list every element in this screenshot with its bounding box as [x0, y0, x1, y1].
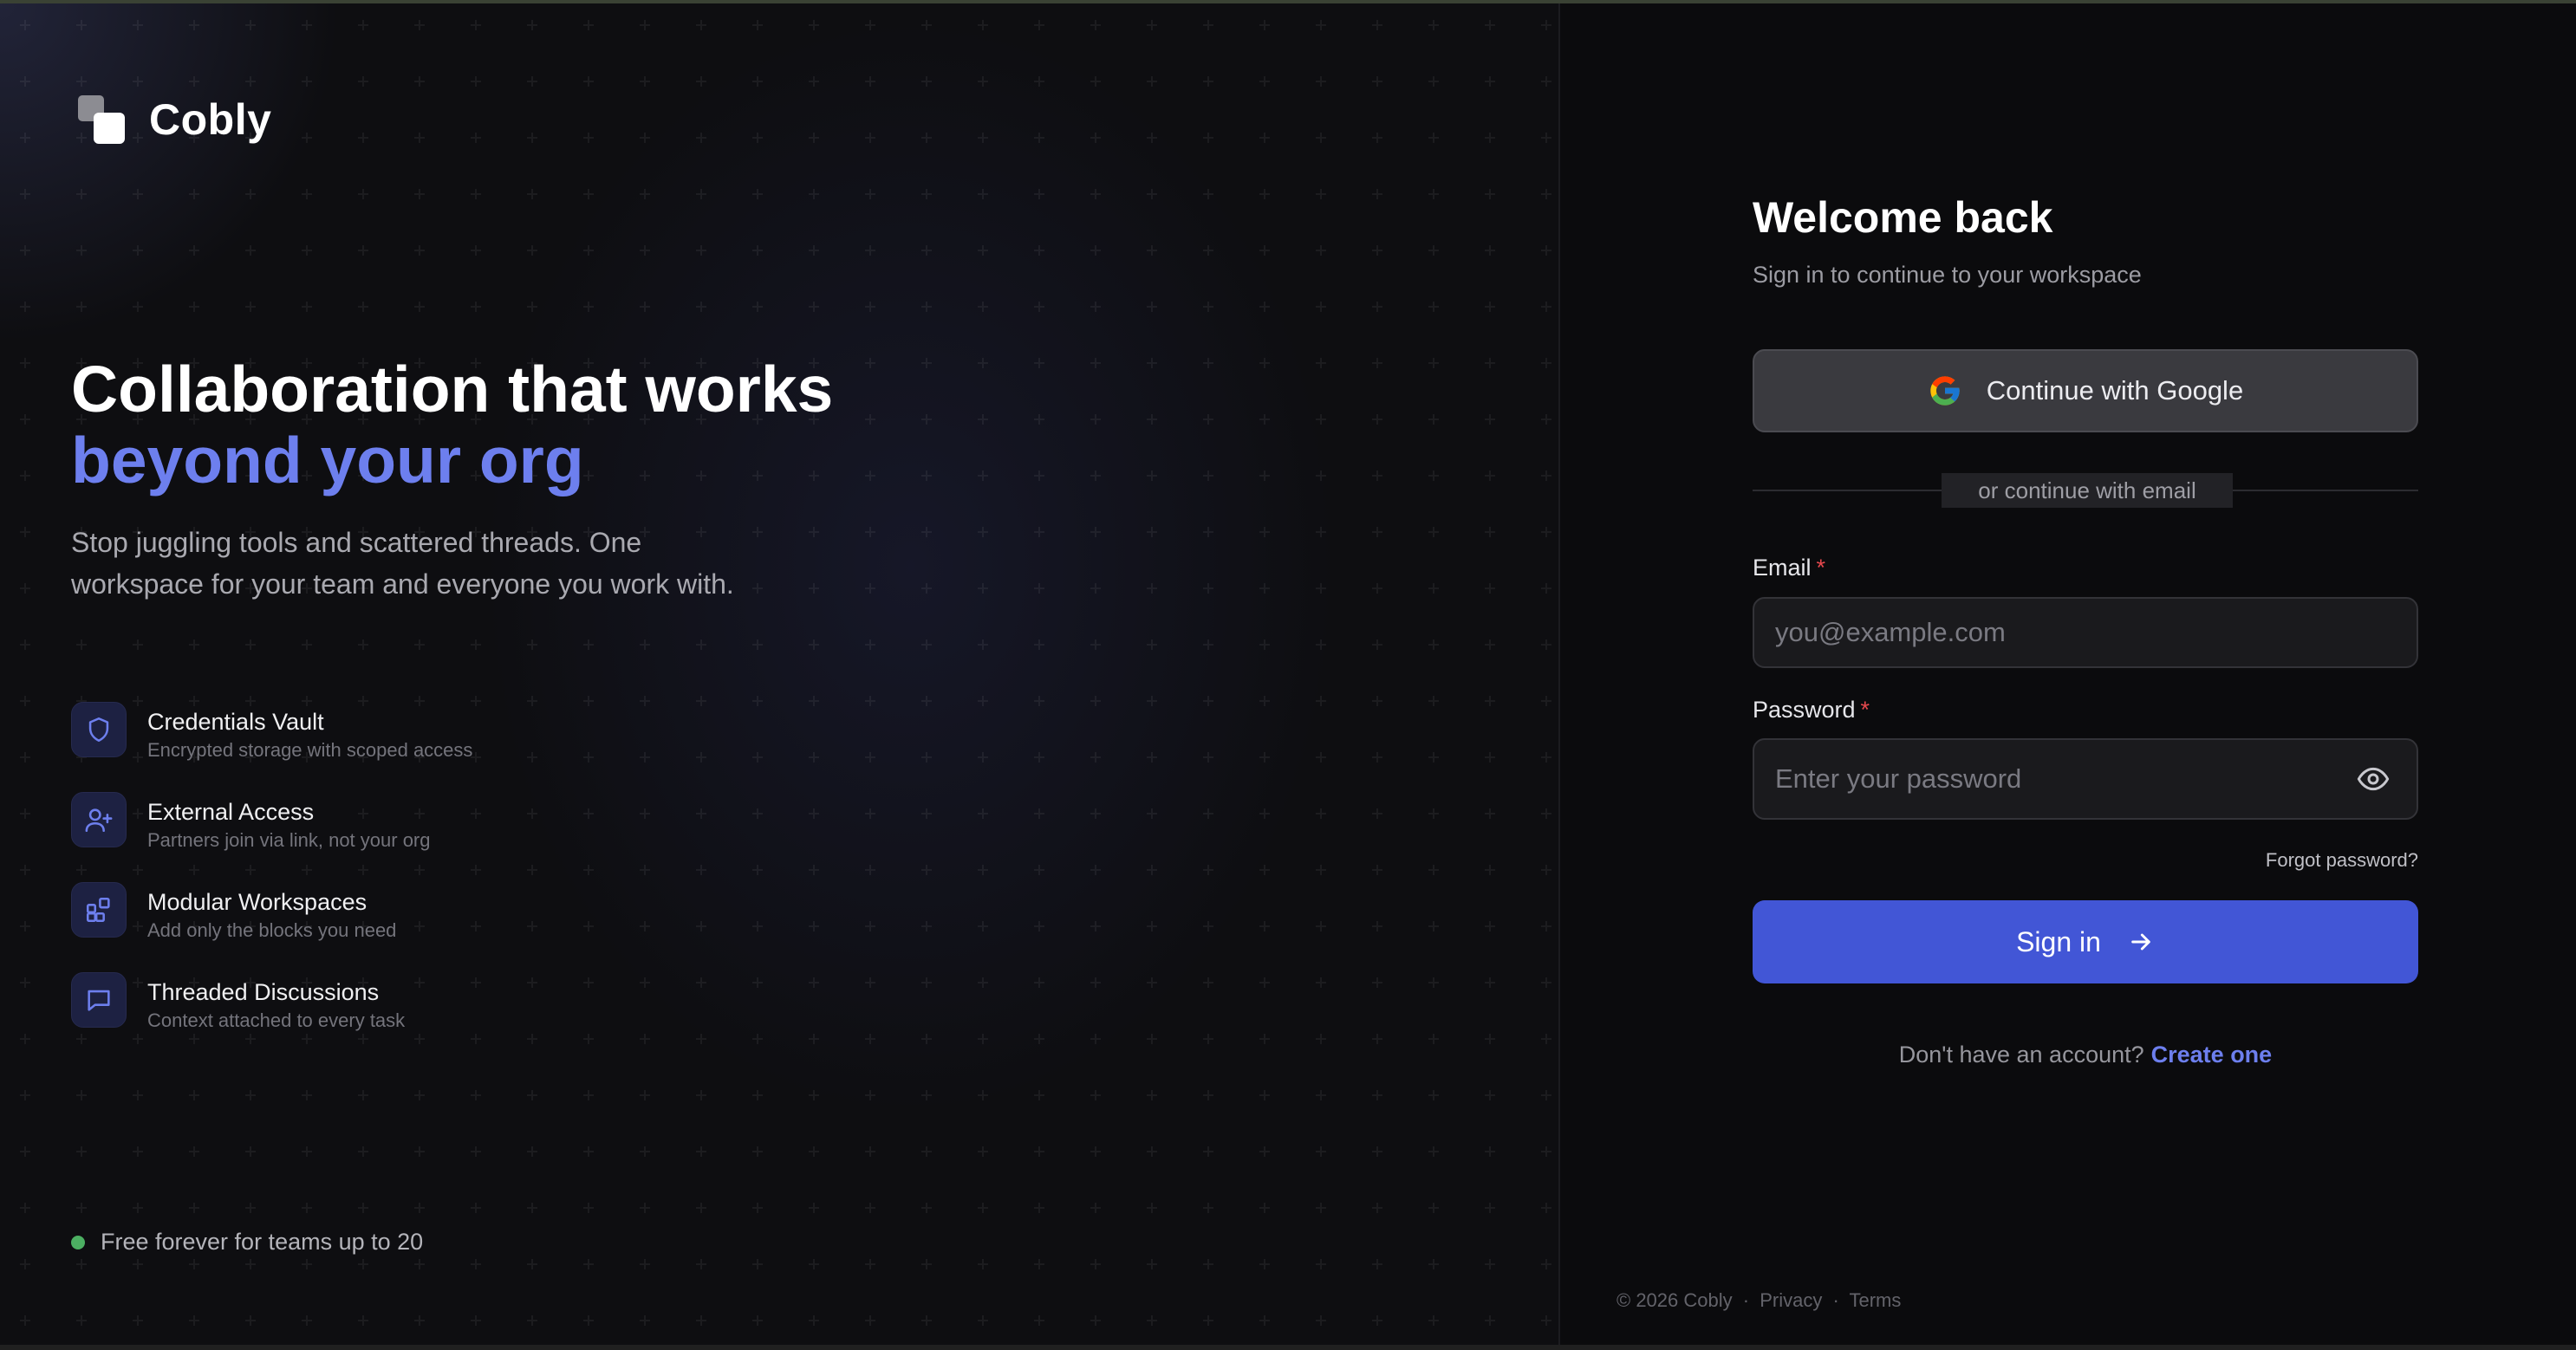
eye-icon[interactable]	[2356, 762, 2391, 796]
message-square-icon	[71, 972, 127, 1028]
google-signin-label: Continue with Google	[1986, 375, 2244, 406]
footer-separator: ·	[1742, 1289, 1750, 1311]
shield-icon	[71, 702, 127, 757]
email-label-text: Email	[1753, 555, 1812, 581]
create-account-link[interactable]: Create one	[2151, 1042, 2273, 1068]
terms-link[interactable]: Terms	[1850, 1289, 1902, 1311]
feature-desc: Add only the blocks you need	[147, 919, 397, 941]
footer-separator: ·	[1832, 1289, 1839, 1311]
brand[interactable]: Cobly	[76, 94, 271, 146]
signup-prompt: Don't have an account? Create one	[1753, 1042, 2418, 1068]
grid-pattern	[0, 3, 1558, 1345]
hero-subtitle: Stop juggling tools and scattered thread…	[71, 527, 734, 600]
user-plus-icon	[71, 792, 127, 847]
logo-icon	[76, 94, 128, 146]
status-dot	[71, 1235, 85, 1249]
marketing-panel: Cobly Collaboration that works beyond yo…	[0, 3, 1558, 1345]
feature-item: Credentials Vault Encrypted storage with…	[71, 702, 472, 792]
password-label: Password *	[1753, 697, 1870, 724]
login-title: Welcome back	[1753, 193, 2053, 242]
feature-title: Credentials Vault	[147, 709, 324, 735]
feature-desc: Encrypted storage with scoped access	[147, 739, 473, 761]
privacy-link[interactable]: Privacy	[1760, 1289, 1822, 1311]
hero-title: Collaboration that works beyond your org	[71, 354, 1198, 496]
blocks-icon	[71, 882, 127, 938]
feature-title: Threaded Discussions	[147, 979, 380, 1005]
password-placeholder: Enter your password	[1775, 763, 2022, 794]
required-marker: *	[1860, 697, 1870, 723]
login-panel: Welcome back Sign in to continue to your…	[1560, 3, 2576, 1345]
email-label: Email *	[1753, 555, 1825, 581]
password-input[interactable]: Enter your password	[1753, 738, 2418, 820]
hero-title-line1: Collaboration that works	[71, 353, 834, 425]
free-plan-note: Free forever for teams up to 20	[71, 1229, 423, 1256]
login-subtitle: Sign in to continue to your workspace	[1753, 262, 2142, 288]
bottom-border	[0, 1345, 2576, 1350]
google-signin-button[interactable]: Continue with Google	[1753, 349, 2418, 432]
divider-text: or continue with email	[1942, 473, 2233, 508]
email-placeholder: you@example.com	[1775, 617, 2006, 647]
brand-name: Cobly	[149, 95, 272, 144]
signin-label: Sign in	[2016, 925, 2101, 957]
copyright: © 2026 Cobly	[1617, 1289, 1733, 1311]
password-label-text: Password	[1753, 697, 1856, 723]
footer: © 2026 Cobly · Privacy · Terms	[1617, 1289, 1906, 1312]
feature-item: Modular Workspaces Add only the blocks y…	[71, 882, 472, 972]
signup-prompt-text: Don't have an account?	[1898, 1042, 2144, 1068]
feature-item: External Access Partners join via link, …	[71, 792, 472, 882]
hero-title-line2: beyond your org	[71, 424, 584, 497]
arrow-right-icon	[2131, 933, 2150, 951]
login-page: Cobly Collaboration that works beyond yo…	[0, 0, 2576, 1350]
feature-desc: Partners join via link, not your org	[147, 829, 431, 851]
feature-item: Threaded Discussions Context attached to…	[71, 972, 472, 1062]
feature-list: Credentials Vault Encrypted storage with…	[71, 702, 472, 1062]
email-input[interactable]: you@example.com	[1753, 597, 2418, 668]
google-icon	[1930, 376, 1960, 406]
feature-title: Modular Workspaces	[147, 889, 368, 915]
feature-desc: Context attached to every task	[147, 1009, 406, 1031]
forgot-password-link[interactable]: Forgot password?	[2266, 849, 2418, 872]
required-marker: *	[1816, 555, 1826, 581]
free-plan-text: Free forever for teams up to 20	[101, 1229, 424, 1255]
feature-title: External Access	[147, 799, 315, 825]
signin-button[interactable]: Sign in	[1753, 900, 2418, 983]
